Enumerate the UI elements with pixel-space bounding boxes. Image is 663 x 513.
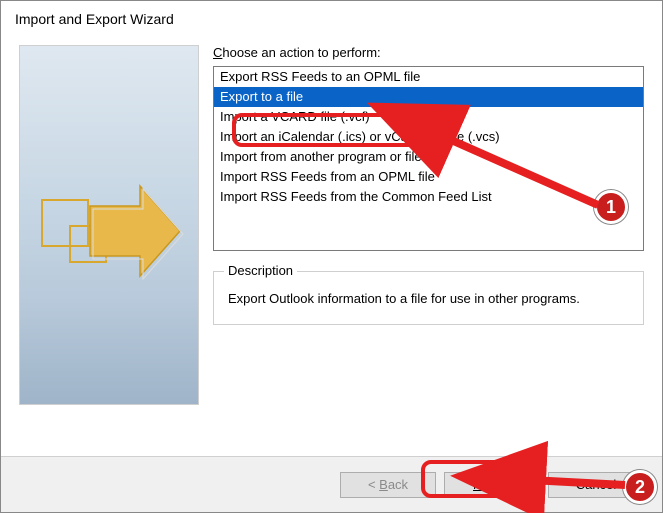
description-text: Export Outlook information to a file for…: [228, 290, 629, 308]
back-button: < Back: [340, 472, 436, 498]
action-list-item[interactable]: Import RSS Feeds from the Common Feed Li…: [214, 187, 643, 207]
dialog-title: Import and Export Wizard: [1, 1, 662, 31]
description-groupbox: Description Export Outlook information t…: [213, 271, 644, 325]
action-list-item[interactable]: Export to a file: [214, 87, 643, 107]
main-panel: Choose an action to perform: Export RSS …: [213, 45, 644, 456]
next-button[interactable]: Next >: [444, 472, 540, 498]
import-export-wizard-dialog: Import and Export Wizard Choose an actio…: [0, 0, 663, 513]
action-prompt-label: Choose an action to perform:: [213, 45, 644, 60]
action-list-item[interactable]: Import RSS Feeds from an OPML file: [214, 167, 643, 187]
action-listbox[interactable]: Export RSS Feeds to an OPML fileExport t…: [213, 66, 644, 251]
cancel-button[interactable]: Cancel: [548, 472, 644, 498]
action-list-item[interactable]: Export RSS Feeds to an OPML file: [214, 67, 643, 87]
wizard-image: [19, 45, 199, 405]
description-legend: Description: [224, 263, 297, 278]
dialog-footer: < Back Next > Cancel: [1, 456, 662, 512]
action-list-item[interactable]: Import from another program or file: [214, 147, 643, 167]
action-list-item[interactable]: Import an iCalendar (.ics) or vCalendar …: [214, 127, 643, 147]
action-list-item[interactable]: Import a VCARD file (.vcf): [214, 107, 643, 127]
dialog-content: Choose an action to perform: Export RSS …: [1, 31, 662, 456]
